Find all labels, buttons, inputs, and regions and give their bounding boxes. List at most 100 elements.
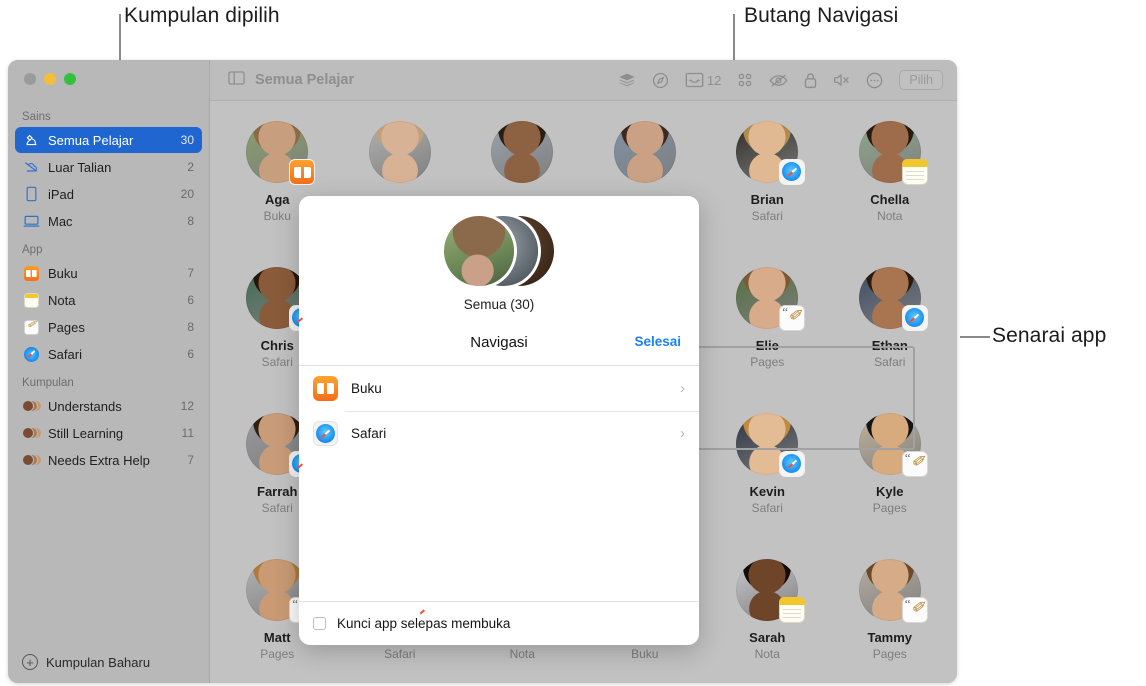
sidebar-item-nota[interactable]: Nota 6	[15, 287, 202, 313]
student-card[interactable]: Kevin Safari	[706, 407, 829, 553]
sidebar-item-label: Safari	[48, 346, 82, 362]
callout-nav-button-label: Butang Navigasi	[744, 4, 899, 27]
sidebar-item-count: 6	[187, 293, 194, 307]
traffic-lights	[24, 73, 76, 85]
avatar	[368, 121, 431, 183]
sidebar-section-title-kumpulan: Kumpulan	[22, 377, 74, 389]
pages-app-icon	[22, 318, 40, 336]
app-window: Sains Semua Pelajar 30 Luar Talian 2 iPa…	[8, 60, 957, 683]
zoom-button[interactable]	[64, 73, 76, 85]
student-card[interactable]: Brian Safari	[706, 115, 829, 261]
layers-icon[interactable]	[618, 72, 636, 88]
cloud-slash-icon	[22, 158, 40, 176]
minimize-button[interactable]	[44, 73, 56, 85]
dialog-spacer	[299, 456, 699, 601]
avatar-wrap	[858, 413, 928, 477]
student-card[interactable]: Ethan Safari	[829, 261, 952, 407]
sidebar-item-understands[interactable]: Understands 12	[15, 393, 202, 419]
sidebar-item-count: 12	[180, 399, 194, 413]
avatar-wrap	[491, 121, 554, 183]
avatar-wrap	[858, 267, 928, 331]
safari-app-badge-icon	[779, 159, 806, 185]
sidebar-item-safari[interactable]: Safari 6	[15, 341, 202, 367]
callout-app-list-line	[960, 336, 990, 338]
group-avatars-icon	[22, 424, 42, 442]
avatar-wrap	[613, 121, 676, 183]
student-card[interactable]: Chella Nota	[829, 115, 952, 261]
student-card[interactable]: Kyle Pages	[829, 407, 952, 553]
dialog-header: Semua (30) Navigasi Selesai	[299, 196, 699, 365]
avatar-wrap	[858, 559, 928, 623]
inbox-icon[interactable]: 12	[685, 72, 721, 88]
sidebar-item-semua-pelajar[interactable]: Semua Pelajar 30	[15, 127, 202, 153]
app-list-item-buku[interactable]: Buku ›	[299, 366, 699, 411]
student-app: Nota	[509, 647, 535, 661]
sidebar-item-label: Mac	[48, 213, 73, 229]
select-button[interactable]: Pilih	[899, 70, 943, 90]
sidebar-item-count: 11	[181, 426, 194, 440]
notes-app-badge-icon	[779, 597, 806, 623]
student-app: Safari	[261, 501, 293, 515]
student-app: Pages	[260, 647, 295, 661]
sidebar-item-count: 30	[180, 133, 194, 147]
sidebar-item-needs-extra-help[interactable]: Needs Extra Help 7	[15, 447, 202, 473]
avatar-wrap	[736, 559, 806, 623]
sidebar-item-count: 7	[187, 266, 194, 280]
lock-icon[interactable]	[804, 72, 817, 89]
sidebar-item-count: 20	[180, 187, 194, 201]
sidebar-item-pages[interactable]: Pages 8	[15, 314, 202, 340]
sidebar-item-mac[interactable]: Mac 8	[15, 208, 202, 234]
sidebar-item-still-learning[interactable]: Still Learning 11	[15, 420, 202, 446]
compass-icon[interactable]	[652, 72, 669, 89]
more-circle-icon[interactable]	[866, 72, 883, 89]
student-name: Brian	[750, 192, 784, 207]
student-name: Chris	[260, 338, 294, 353]
avatar-wrap	[858, 121, 928, 185]
navigate-dialog: Semua (30) Navigasi Selesai Buku › Safar…	[299, 196, 699, 645]
pages-app-badge-icon	[779, 305, 806, 331]
student-name: Kevin	[749, 484, 785, 499]
new-group-button[interactable]: + Kumpulan Baharu	[8, 641, 209, 683]
group-avatars-icon	[22, 397, 42, 415]
sidebar-section-title-app: App	[22, 244, 43, 256]
navigate-grid-icon[interactable]	[737, 72, 753, 88]
sidebar-toggle-icon[interactable]	[228, 71, 245, 89]
callout-app-list-label: Senarai app	[992, 324, 1107, 347]
sidebar-item-label: Buku	[48, 265, 78, 281]
student-card[interactable]: Sarah Nota	[706, 553, 829, 683]
sidebar: Sains Semua Pelajar 30 Luar Talian 2 iPa…	[8, 60, 210, 683]
lock-app-label: Kunci app selepas membuka	[337, 616, 511, 631]
new-group-label: Kumpulan Baharu	[46, 654, 151, 670]
screenshot-root: Kumpulan dipilih Butang Navigasi Senarai…	[0, 0, 1146, 686]
close-button[interactable]	[24, 73, 36, 85]
sidebar-item-label: Pages	[48, 319, 85, 335]
speaker-mute-icon[interactable]	[833, 72, 850, 88]
sidebar-item-label: Understands	[48, 398, 122, 414]
callout-selected-group-label: Kumpulan dipilih	[124, 4, 280, 27]
eye-slash-icon[interactable]	[769, 73, 788, 88]
mac-icon	[22, 212, 40, 230]
sidebar-item-luar-talian[interactable]: Luar Talian 2	[15, 154, 202, 180]
dialog-group-title: Semua (30)	[463, 297, 535, 312]
sidebar-item-ipad[interactable]: iPad 20	[15, 181, 202, 207]
sidebar-item-buku[interactable]: Buku 7	[15, 260, 202, 286]
group-avatar-stack	[444, 216, 554, 286]
plus-circle-icon: +	[22, 654, 38, 670]
student-card[interactable]: Elie Pages	[706, 261, 829, 407]
safari-app-badge-icon	[901, 305, 928, 331]
avatar-wrap	[736, 413, 806, 477]
student-app: Safari	[751, 501, 783, 515]
avatar-wrap	[246, 121, 316, 185]
student-card[interactable]: Tammy Pages	[829, 553, 952, 683]
done-button[interactable]: Selesai	[634, 334, 681, 349]
student-app: Pages	[750, 355, 785, 369]
sidebar-scroll-area[interactable]: Sains Semua Pelajar 30 Luar Talian 2 iPa…	[8, 102, 209, 641]
dialog-footer[interactable]: Kunci app selepas membuka	[299, 601, 699, 645]
inbox-count: 12	[706, 72, 722, 88]
app-list-item-safari[interactable]: Safari ›	[299, 411, 699, 456]
lock-app-checkbox[interactable]	[313, 617, 326, 630]
microscope-icon	[22, 131, 40, 149]
student-app: Safari	[874, 355, 906, 369]
dialog-nav-row: Navigasi Selesai	[299, 334, 699, 365]
sidebar-item-label: Semua Pelajar	[48, 132, 134, 148]
